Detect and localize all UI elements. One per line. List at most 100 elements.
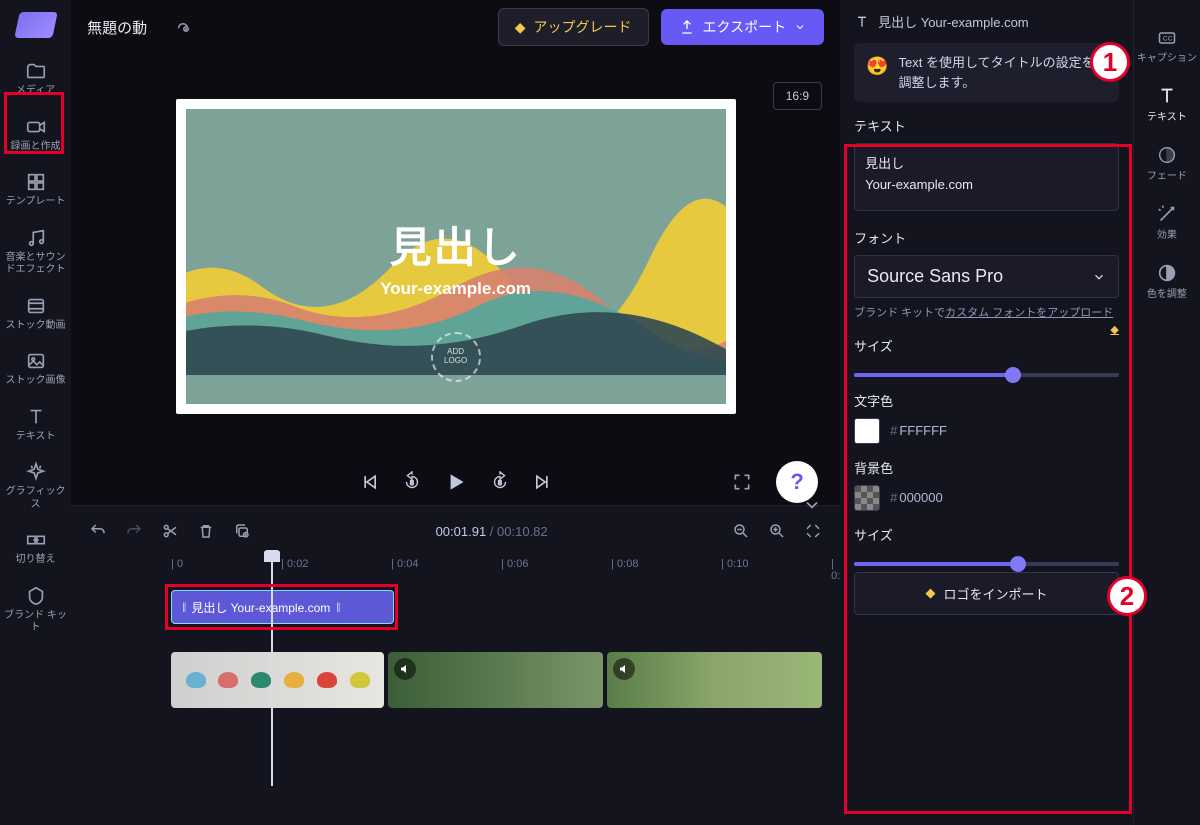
volume-icon — [394, 658, 416, 680]
timeline-ruler[interactable]: | 0 | 0:02 | 0:04 | 0:06 | 0:08 | 0:10 |… — [71, 554, 840, 580]
sidebar-item-label: ブランド キット — [4, 610, 67, 634]
brand-icon — [25, 585, 47, 607]
text-color-swatch[interactable] — [854, 418, 880, 444]
right-tool-rail: CC キャプション テキスト フェード 効果 色を調整 — [1133, 0, 1200, 825]
redo-icon[interactable] — [125, 522, 143, 540]
rail-item-fade[interactable]: フェード — [1134, 136, 1200, 191]
font-section-label: フォント — [854, 228, 1119, 247]
rail-item-text[interactable]: テキスト — [1134, 77, 1200, 132]
preview-frame[interactable]: 見出し Your-example.com ADDLOGO — [176, 99, 736, 414]
panel-header: 見出し Your-example.com — [854, 12, 1119, 31]
chevron-down-icon[interactable] — [802, 495, 822, 515]
app-logo[interactable] — [14, 12, 58, 38]
transition-icon — [25, 529, 47, 551]
add-logo-placeholder[interactable]: ADDLOGO — [431, 332, 481, 382]
video-clip-2[interactable] — [388, 652, 603, 708]
bg-color-swatch[interactable] — [854, 485, 880, 511]
diamond-icon: ◆ — [1110, 322, 1118, 339]
wand-icon — [1156, 203, 1178, 225]
rewind-5-icon[interactable]: 5 — [401, 471, 423, 493]
rail-item-label: キャプション — [1137, 53, 1197, 64]
trash-icon[interactable] — [197, 522, 215, 540]
sidebar-item-brand-kit[interactable]: ブランド キット — [0, 579, 71, 645]
fit-icon[interactable] — [804, 522, 822, 540]
text-icon — [25, 406, 47, 428]
sidebar-item-label: 録画と作成 — [11, 141, 61, 152]
font-value: Source Sans Pro — [867, 266, 1003, 287]
sidebar-item-audio[interactable]: 音楽とサウンドエフェクト — [0, 221, 71, 287]
contrast-icon — [1156, 262, 1178, 284]
text-section-label: テキスト — [854, 116, 1119, 135]
rail-item-color-adjust[interactable]: 色を調整 — [1134, 254, 1200, 309]
text-content-textarea[interactable]: 見出し Your-example.com — [854, 143, 1119, 211]
bg-color-hex[interactable]: #000000 — [890, 490, 943, 505]
fullscreen-icon[interactable] — [732, 472, 752, 492]
project-title-input[interactable] — [87, 19, 162, 36]
sidebar-item-record[interactable]: 録画と作成 — [0, 110, 71, 164]
sidebar-item-transitions[interactable]: 切り替え — [0, 523, 71, 577]
sidebar-item-label: ストック動画 — [6, 320, 66, 331]
play-icon[interactable] — [443, 469, 469, 495]
sidebar-item-text[interactable]: テキスト — [0, 400, 71, 454]
scissors-icon[interactable] — [161, 522, 179, 540]
size-slider[interactable] — [854, 373, 1119, 377]
tip-text: Text を使用してタイトルの設定を調整します。 — [899, 53, 1107, 92]
film-icon — [25, 295, 47, 317]
lightbulb-icon: 😍 — [866, 53, 888, 80]
tip-card[interactable]: 😍 Text を使用してタイトルの設定を調整します。 › — [854, 43, 1119, 102]
text-color-hex[interactable]: #FFFFFF — [890, 423, 947, 438]
rail-item-effects[interactable]: 効果 — [1134, 195, 1200, 250]
timeline-toolbar: 00:01.91 / 00:10.82 — [71, 514, 840, 548]
zoom-out-icon[interactable] — [732, 522, 750, 540]
sidebar-item-stock-image[interactable]: ストック画像 — [0, 344, 71, 398]
volume-icon — [613, 658, 635, 680]
rail-item-label: 色を調整 — [1147, 289, 1187, 300]
sidebar-item-stock-video[interactable]: ストック動画 — [0, 289, 71, 343]
font-select[interactable]: Source Sans Pro — [854, 255, 1119, 298]
text-icon — [854, 14, 870, 30]
text-clip[interactable]: 見出し Your-example.com — [171, 590, 394, 624]
skip-forward-icon[interactable] — [531, 472, 551, 492]
sidebar-item-label: テキスト — [16, 431, 56, 442]
export-button[interactable]: エクスポート — [661, 9, 825, 45]
import-logo-button[interactable]: ◆ ロゴをインポート — [854, 572, 1119, 615]
text-clip-label: 見出し Your-example.com — [191, 599, 330, 616]
timeline-timecode: 00:01.91 / 00:10.82 — [436, 524, 548, 539]
zoom-in-icon[interactable] — [768, 522, 786, 540]
center-area: ◆ アップグレード エクスポート 16:9 見出し Yo — [71, 0, 840, 825]
music-icon — [25, 227, 47, 249]
import-logo-label: ロゴをインポート — [943, 584, 1047, 603]
copy-icon[interactable] — [233, 522, 251, 540]
preview-subline: Your-example.com — [380, 279, 531, 299]
sidebar-item-media[interactable]: メディア — [0, 54, 71, 108]
sidebar-item-label: テンプレート — [6, 196, 66, 207]
sidebar-item-label: 音楽とサウンドエフェクト — [6, 252, 66, 276]
timeline-tracks: 見出し Your-example.com — [71, 580, 840, 718]
aspect-ratio-button[interactable]: 16:9 — [773, 82, 822, 110]
size2-section-label: サイズ — [854, 525, 1119, 544]
rail-item-captions[interactable]: CC キャプション — [1134, 20, 1200, 73]
sidebar-item-label: ストック画像 — [6, 375, 66, 386]
upgrade-button[interactable]: ◆ アップグレード — [498, 8, 649, 46]
preview-canvas: 見出し Your-example.com ADDLOGO — [186, 109, 726, 404]
bg-size-slider[interactable] — [854, 562, 1119, 566]
rail-item-label: フェード — [1147, 171, 1187, 182]
font-upload-hint[interactable]: ブランド キットでカスタム フォントをアップロード ◆ — [854, 305, 1119, 322]
chevron-down-icon — [1092, 270, 1106, 284]
diamond-icon: ◆ — [925, 585, 935, 601]
video-clip-1[interactable] — [171, 652, 384, 708]
sidebar-item-label: グラフィックス — [6, 486, 66, 510]
video-clip-3[interactable] — [607, 652, 822, 708]
playhead[interactable] — [271, 556, 273, 786]
sidebar-item-graphics[interactable]: グラフィックス — [0, 455, 71, 521]
preview-zone: 16:9 見出し Your-example.com ADDLOGO — [71, 54, 840, 459]
skip-back-icon[interactable] — [361, 472, 381, 492]
chevron-right-icon: › — [1104, 57, 1108, 77]
undo-icon[interactable] — [89, 522, 107, 540]
sidebar-item-templates[interactable]: テンプレート — [0, 165, 71, 219]
sidebar-item-label: メディア — [16, 85, 55, 96]
timeline-panel: 00:01.91 / 00:10.82 | 0 | 0:02 | 0:04 | … — [71, 505, 840, 825]
rail-item-label: 効果 — [1157, 230, 1177, 241]
folder-icon — [25, 60, 47, 82]
forward-5-icon[interactable]: 5 — [489, 471, 511, 493]
